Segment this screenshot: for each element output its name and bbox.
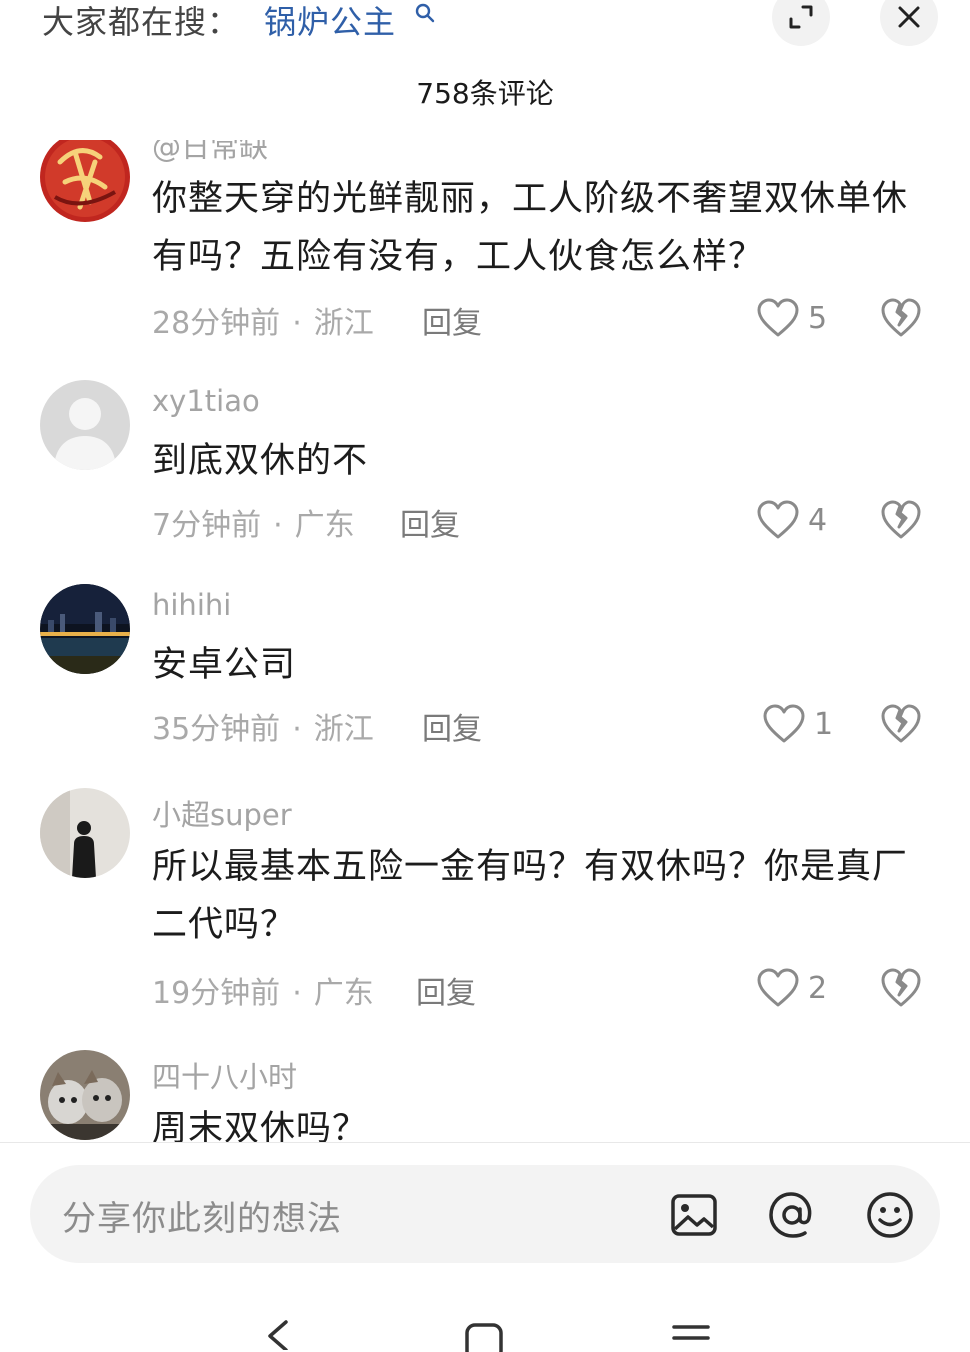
heart-icon [757, 298, 799, 337]
comment-text: 所以最基本五险一金有吗？有双休吗？你是真厂二代吗？ [152, 847, 909, 945]
comment-text: 到底双休的不 [152, 441, 369, 481]
comment-location: 浙江 [313, 306, 374, 341]
like-count: 5 [808, 300, 828, 336]
close-button[interactable] [880, 0, 938, 46]
like-button[interactable]: 5 [756, 298, 827, 338]
avatar[interactable] [40, 584, 130, 674]
close-icon [898, 6, 920, 28]
like-count: 2 [808, 970, 828, 1006]
system-nav-bar [0, 1300, 970, 1352]
default-avatar-image [40, 380, 130, 470]
image-icon[interactable] [668, 1189, 720, 1241]
comment-username[interactable]: 小超super [152, 792, 292, 834]
avatar[interactable] [40, 1050, 130, 1140]
comment-list[interactable]: @日常缺 你整天穿的光鲜靓丽，工人阶级不奢望双休单休有吗？五险有没有，工人伙食怎… [0, 140, 970, 1142]
comment-username[interactable]: xy1tiao [152, 384, 260, 418]
hot-search-label: 大家都在搜： [42, 3, 241, 41]
like-button[interactable]: 1 [762, 704, 833, 744]
comment-username[interactable]: @日常缺 [152, 140, 268, 166]
comment-meta: 35分钟前 · 浙江 [152, 712, 374, 747]
hot-search-term[interactable]: 锅炉公主 [264, 0, 396, 43]
heart-icon [763, 704, 805, 743]
comment-text: 安卓公司 [152, 645, 297, 685]
comment-input[interactable]: 分享你此刻的想法 [30, 1165, 940, 1263]
comment-location: 广东 [294, 508, 355, 543]
like-button[interactable]: 4 [756, 500, 827, 540]
avatar[interactable] [40, 140, 130, 222]
search-icon[interactable] [414, 2, 436, 24]
top-bar: 大家都在搜： 锅炉公主 [0, 0, 970, 50]
comment-text: 周末双休吗？ [152, 1109, 369, 1142]
comment-username[interactable]: hihihi [152, 588, 231, 622]
like-count: 1 [814, 706, 834, 742]
comment-meta: 28分钟前 · 浙江 [152, 306, 374, 341]
heart-icon [757, 500, 799, 539]
comment-time: 19分钟前 [152, 976, 281, 1011]
broken-heart-icon[interactable] [880, 968, 922, 1008]
like-button[interactable]: 2 [756, 968, 827, 1008]
like-count: 4 [808, 502, 828, 538]
comment-time: 28分钟前 [152, 306, 281, 341]
at-mention-icon[interactable] [766, 1189, 818, 1241]
comment-count-title: 758条评论 [416, 77, 554, 110]
broken-heart-icon[interactable] [880, 500, 922, 540]
reply-button[interactable]: 回复 [422, 298, 482, 342]
menu-nav-icon[interactable] [672, 1324, 710, 1348]
comment-meta: 7分钟前 · 广东 [152, 508, 355, 543]
avatar[interactable] [40, 788, 130, 878]
silhouette-avatar-image [40, 788, 130, 878]
emoji-icon[interactable] [864, 1189, 916, 1241]
comment-input-placeholder: 分享你此刻的想法 [62, 1199, 342, 1239]
home-nav-icon[interactable] [464, 1322, 504, 1352]
comment-username[interactable]: 四十八小时 [152, 1054, 297, 1096]
red-calligraphy-avatar-image [40, 140, 130, 222]
comment-meta: 19分钟前 · 广东 [152, 976, 374, 1011]
reply-button[interactable]: 回复 [416, 968, 476, 1012]
night-city-avatar-image [40, 584, 130, 674]
comment-location: 广东 [313, 976, 374, 1011]
expand-button[interactable] [772, 0, 830, 46]
heart-icon [757, 968, 799, 1007]
broken-heart-icon[interactable] [880, 298, 922, 338]
back-nav-icon[interactable] [262, 1320, 292, 1350]
avatar[interactable] [40, 380, 130, 470]
broken-heart-icon[interactable] [880, 704, 922, 744]
expand-icon [789, 5, 813, 29]
comment-location: 浙江 [313, 712, 374, 747]
divider [0, 1142, 970, 1143]
reply-button[interactable]: 回复 [400, 500, 460, 544]
comment-time: 7分钟前 [152, 508, 262, 543]
comment-text: 你整天穿的光鲜靓丽，工人阶级不奢望双休单休有吗？五险有没有，工人伙食怎么样？ [152, 179, 909, 277]
cats-avatar-image [40, 1050, 130, 1140]
reply-button[interactable]: 回复 [422, 704, 482, 748]
comment-time: 35分钟前 [152, 712, 281, 747]
